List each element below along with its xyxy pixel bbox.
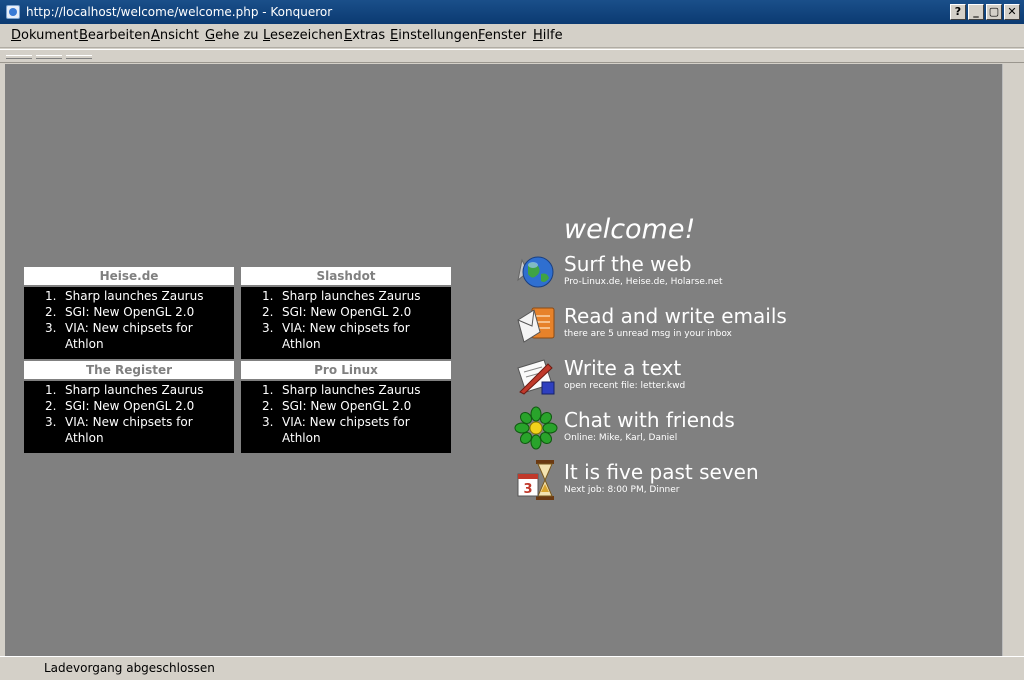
entry-subtitle: Online: Mike, Karl, Daniel [564,433,678,443]
news-item[interactable]: 3. VIA: New chipsets for Athlon [24,414,234,446]
welcome-heading: welcome! [564,214,696,245]
svg-text:3: 3 [523,482,532,497]
menu-gehe-zu[interactable]: Gehe zu [205,24,259,48]
entry-subtitle: Next job: 8:00 PM, Dinner [564,485,680,495]
window-controls: ? _ ▢ ✕ [950,4,1020,20]
entry-subtitle: Pro-Linux.de, Heise.de, Holarse.net [564,277,723,287]
news-box-slashdot: Slashdot 1. Sharp launches Zaurus 2. SGI: … [241,267,451,359]
news-box-title: Heise.de [24,267,234,285]
writer-icon [517,359,555,395]
mail-icon [517,307,555,343]
entry-label: Surf the web [564,252,692,276]
toolbar-handle[interactable] [66,55,92,59]
close-button[interactable]: ✕ [1004,4,1020,20]
news-item[interactable]: 1. Sharp launches Zaurus [24,288,234,304]
news-box-heise: Heise.de 1. Sharp launches Zaurus 2. SGI: … [24,267,234,359]
entry-subtitle: open recent file: letter.kwd [564,381,686,391]
menu-bar: Dokument Bearbeiten Ansicht Gehe zu Lese… [0,24,1024,48]
entry-write-text[interactable]: Write a text open recent file: letter.kw… [514,354,874,402]
menu-fenster[interactable]: Fenster [478,24,526,48]
status-bar: Ladevorgang abgeschlossen [0,656,1024,680]
toolbar-handle[interactable] [36,55,62,59]
news-item[interactable]: 3. VIA: New chipsets for Athlon [241,414,451,446]
minimize-button[interactable]: _ [968,4,984,20]
title-bar: http://localhost/welcome/welcome.php - K… [0,0,1024,24]
news-item[interactable]: 2. SGI: New OpenGL 2.0 [24,304,234,320]
news-item[interactable]: 3. VIA: New chipsets for Athlon [241,320,451,352]
news-item[interactable]: 2. SGI: New OpenGL 2.0 [241,398,451,414]
menu-hilfe[interactable]: Hilfe [533,24,563,48]
flower-icon [514,406,558,450]
news-box-the-register: The Register 1. Sharp launches Zaurus 2. S… [24,361,234,453]
news-box-title: Pro Linux [241,361,451,379]
window-title: http://localhost/welcome/welcome.php - K… [26,5,333,19]
news-item[interactable]: 1. Sharp launches Zaurus [24,382,234,398]
page-viewport: Heise.de 1. Sharp launches Zaurus 2. SGI: … [5,64,1002,656]
status-text: Ladevorgang abgeschlossen [44,661,215,675]
news-item[interactable]: 1. Sharp launches Zaurus [241,382,451,398]
calendar-clock-icon: 3 [517,460,554,500]
menu-ansicht[interactable]: Ansicht [151,24,199,48]
menu-einstellungen[interactable]: Einstellungen [390,24,478,48]
entry-email[interactable]: Read and write emails there are 5 unread… [514,302,874,350]
konqueror-icon [6,5,20,19]
news-box-title: Slashdot [241,267,451,285]
menu-dokument[interactable]: Dokument [11,24,78,48]
toolbar [0,49,1024,63]
entry-label: Read and write emails [564,304,787,328]
news-item[interactable]: 1. Sharp launches Zaurus [241,288,451,304]
entry-label: Write a text [564,356,682,380]
entry-time[interactable]: 3 It is five past seven Next job: 8:00 P… [514,458,874,506]
help-button[interactable]: ? [950,4,966,20]
entry-label: It is five past seven [564,460,759,484]
menu-bearbeiten[interactable]: Bearbeiten [79,24,150,48]
news-box-pro-linux: Pro Linux 1. Sharp launches Zaurus 2. SGI:… [241,361,451,453]
entry-subtitle: there are 5 unread msg in your inbox [564,329,732,339]
news-item[interactable]: 2. SGI: New OpenGL 2.0 [24,398,234,414]
menu-extras[interactable]: Extras [344,24,385,48]
news-box-title: The Register [24,361,234,379]
entry-surf-web[interactable]: Surf the web Pro-Linux.de, Heise.de, Hol… [514,250,874,298]
globe-icon [517,256,554,288]
maximize-button[interactable]: ▢ [986,4,1002,20]
news-item[interactable]: 2. SGI: New OpenGL 2.0 [241,304,451,320]
scrollbar-area[interactable] [1002,64,1021,656]
toolbar-handle[interactable] [6,55,32,59]
menu-lesezeichen[interactable]: Lesezeichen [263,24,343,48]
news-item[interactable]: 3. VIA: New chipsets for Athlon [24,320,234,352]
entry-chat[interactable]: Chat with friends Online: Mike, Karl, Da… [514,406,874,454]
entry-label: Chat with friends [564,408,735,432]
